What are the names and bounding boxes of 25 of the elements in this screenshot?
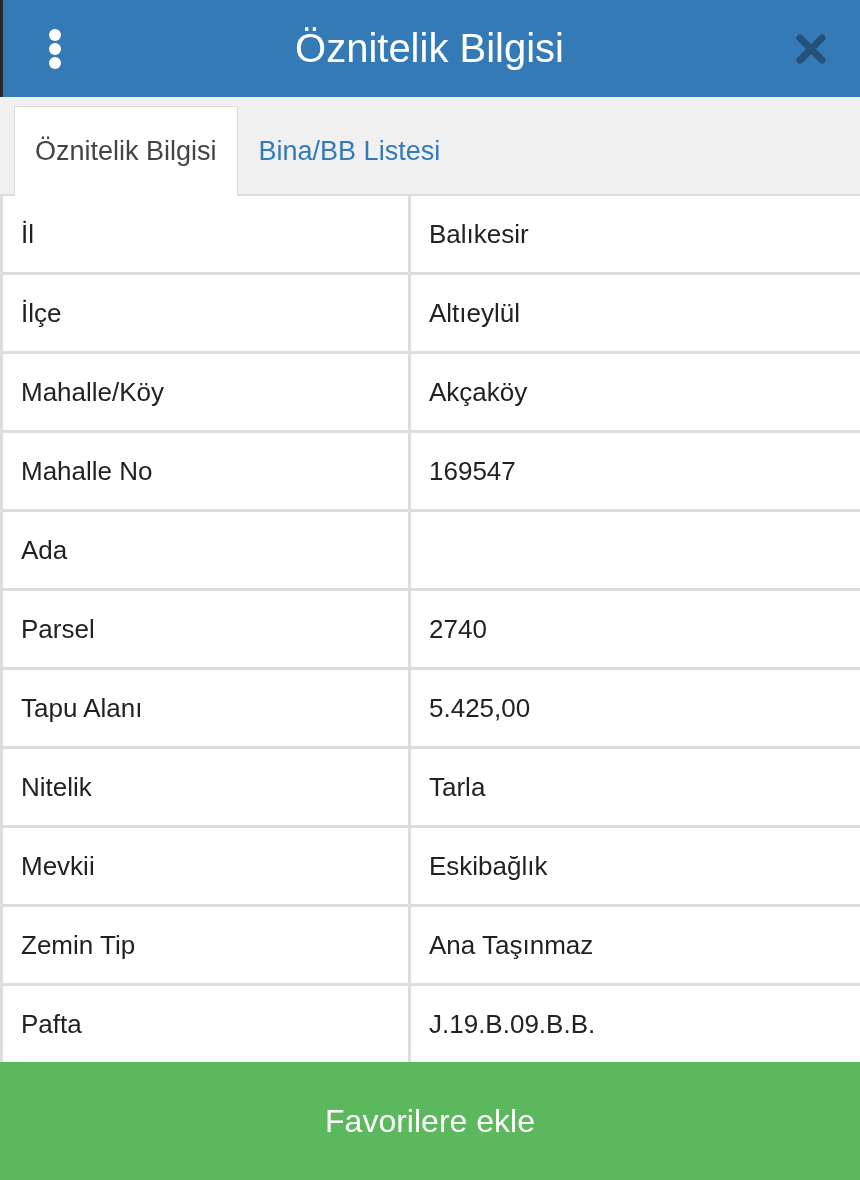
label-cell: Ada <box>3 512 408 588</box>
label-cell: Zemin Tip <box>3 907 408 983</box>
value-cell: Altıeylül <box>411 275 860 351</box>
tab[interactable]: Öznitelik Bilgisi <box>14 106 238 196</box>
label-cell: Mevkii <box>3 828 408 904</box>
label-cell: Pafta <box>3 986 408 1062</box>
label-cell: Tapu Alanı <box>3 670 408 746</box>
value-cell: 5.425,00 <box>411 670 860 746</box>
label-cell: Parsel <box>3 591 408 667</box>
label-cell: Nitelik <box>3 749 408 825</box>
value-cell: Tarla <box>411 749 860 825</box>
label-cell: Mahalle/Köy <box>3 354 408 430</box>
value-cell: Ana Taşınmaz <box>411 907 860 983</box>
label-cell: İlçe <box>3 275 408 351</box>
value-cell: J.19.B.09.B.B. <box>411 986 860 1062</box>
value-cell: Balıkesir <box>411 196 860 272</box>
label-cell: Mahalle No <box>3 433 408 509</box>
value-cell: 2740 <box>411 591 860 667</box>
tab[interactable]: Bina/BB Listesi <box>237 106 462 196</box>
value-cell: 169547 <box>411 433 860 509</box>
window-title: Öznitelik Bilgisi <box>295 26 564 71</box>
label-cell: İl <box>3 196 408 272</box>
value-cell: Akçaköy <box>411 354 860 430</box>
favorites-button[interactable]: Favorilere ekle <box>0 1062 860 1180</box>
value-cell: Eskibağlık <box>411 828 860 904</box>
